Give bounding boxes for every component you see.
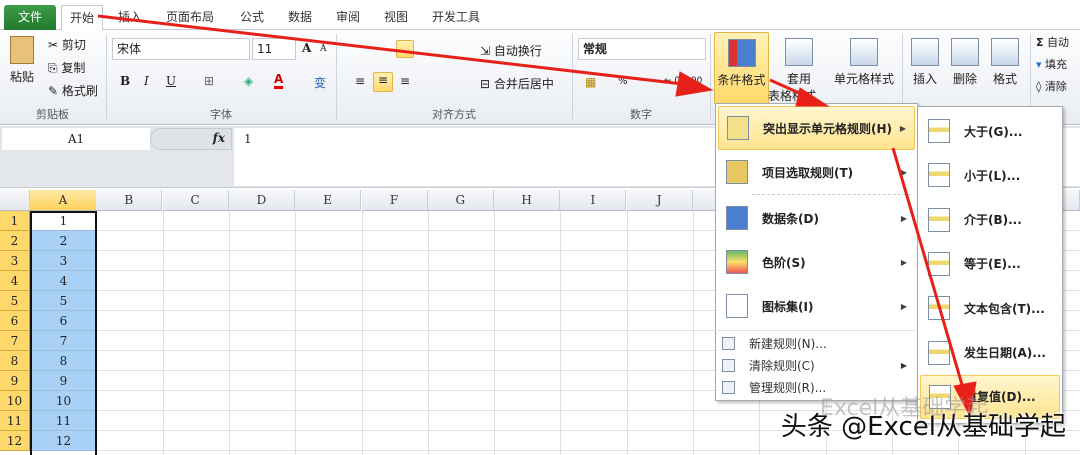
watermark: 头条 @Excel从基础学起 bbox=[780, 412, 1066, 442]
arrow-head-2 bbox=[795, 87, 830, 107]
arrow-head-1 bbox=[675, 71, 714, 97]
annotation-arrows bbox=[97, 14, 977, 418]
arrow-line-3 bbox=[891, 147, 967, 396]
arrow-line-1 bbox=[97, 14, 701, 88]
